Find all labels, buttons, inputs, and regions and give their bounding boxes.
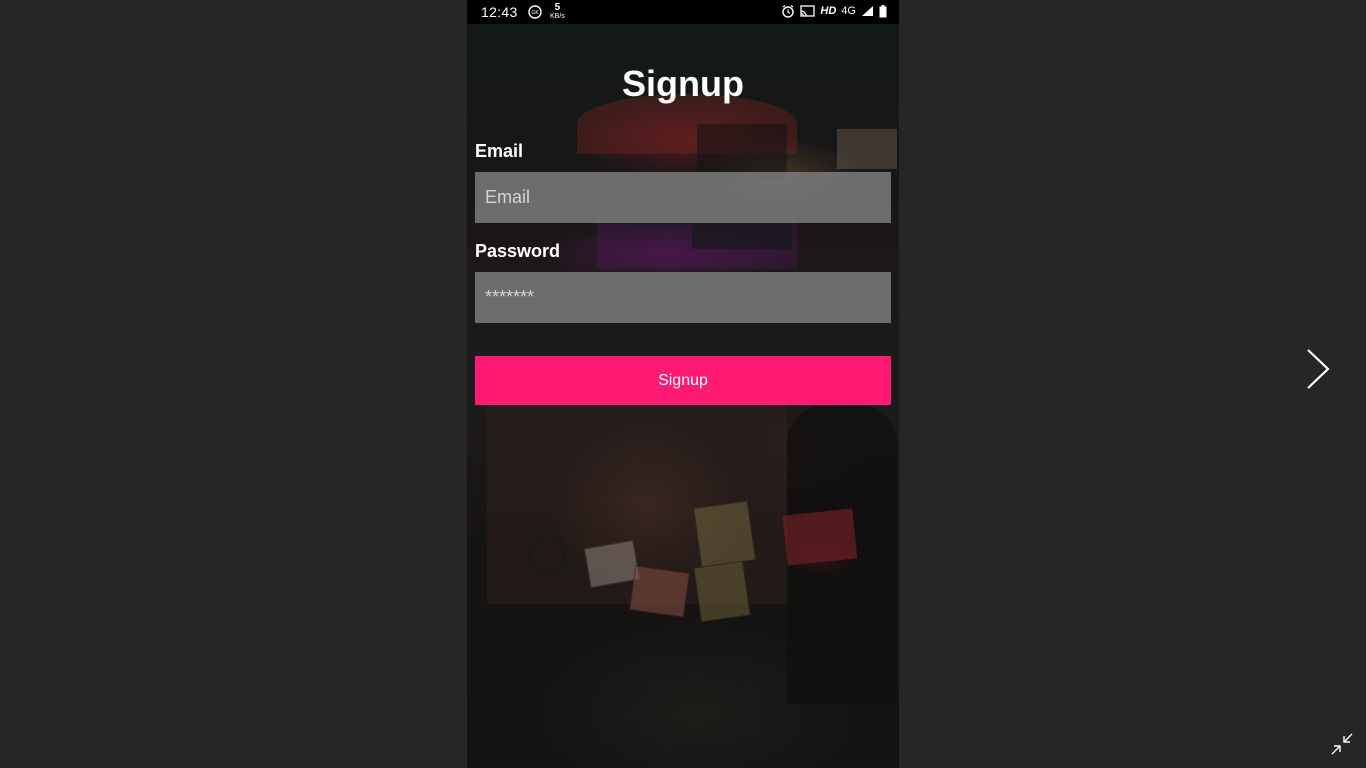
network-speed-unit: KB/s (550, 13, 565, 20)
battery-icon (879, 4, 887, 17)
network-type: 4G (841, 5, 856, 17)
email-field[interactable] (475, 172, 891, 223)
signup-button[interactable]: Signup (475, 356, 891, 405)
gk-app-icon: GK (528, 5, 542, 19)
status-icons: HD 4G (781, 4, 887, 18)
collapse-icon[interactable] (1330, 732, 1354, 756)
signal-icon (862, 6, 873, 16)
phone-screen: 12:43 GK 5 KB/s HD 4G Signup Email Email… (467, 0, 899, 768)
password-field[interactable] (475, 272, 891, 323)
page-title: Signup (622, 63, 744, 104)
status-bar: 12:43 GK 5 KB/s HD 4G (467, 0, 899, 24)
status-time: 12:43 (481, 4, 518, 20)
network-speed-value: 5 (554, 2, 561, 13)
hd-indicator: HD (820, 5, 837, 17)
network-speed: 5 KB/s (550, 3, 565, 21)
cast-icon (800, 4, 816, 17)
email-label: Email (475, 141, 524, 161)
alarm-icon (782, 4, 795, 18)
chevron-right-icon[interactable] (1304, 348, 1332, 390)
svg-text:GK: GK (531, 10, 539, 16)
password-label: Password (475, 241, 561, 261)
